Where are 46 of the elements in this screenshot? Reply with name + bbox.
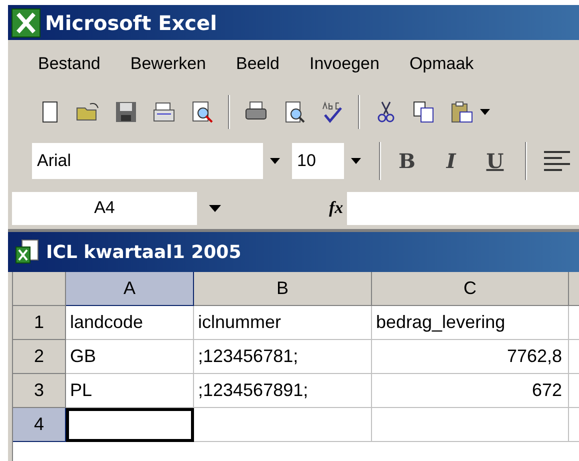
align-left-icon[interactable] <box>543 150 571 172</box>
workbook-icon <box>14 239 40 265</box>
underline-button[interactable]: U <box>481 146 509 176</box>
table-cell[interactable]: ;1234567891; <box>194 374 372 408</box>
table-cell[interactable]: GB <box>66 340 194 374</box>
font-name-dropdown[interactable]: Arial <box>32 143 286 179</box>
spreadsheet-logo-icon <box>11 8 41 38</box>
table-cell[interactable] <box>66 408 194 442</box>
menu-item[interactable]: Opmaak <box>409 51 474 77</box>
dropdown-arrow-icon[interactable] <box>209 204 221 212</box>
spelling-check-icon[interactable] <box>320 100 344 124</box>
table-cell[interactable]: 7762,8 <box>372 340 569 374</box>
copy-icon[interactable] <box>412 100 436 124</box>
save-icon[interactable] <box>114 100 138 124</box>
dropdown-arrow-icon <box>270 158 280 164</box>
paste-icon[interactable] <box>450 100 474 124</box>
column-header[interactable]: B <box>194 272 372 306</box>
row-header[interactable]: 1 <box>13 306 66 340</box>
row-header[interactable]: 3 <box>13 374 66 408</box>
menu-item[interactable]: Invoegen <box>309 51 380 77</box>
italic-button[interactable]: I <box>437 146 465 176</box>
window-title: Microsoft Excel <box>45 10 217 36</box>
column-header[interactable]: C <box>372 272 569 306</box>
dropdown-arrow-icon <box>350 158 360 164</box>
workbook-title: ICL kwartaal1 2005 <box>46 240 242 264</box>
menu-item[interactable]: Bewerken <box>130 51 206 77</box>
column-header[interactable]: A <box>66 272 194 306</box>
bold-button[interactable]: B <box>393 146 421 176</box>
magnifier-icon[interactable] <box>190 100 214 124</box>
table-cell[interactable]: bedrag_levering <box>372 306 569 340</box>
column-header[interactable] <box>569 272 579 306</box>
name-box[interactable]: A4 <box>12 192 197 224</box>
formula-input-field[interactable] <box>347 192 579 224</box>
select-all-corner[interactable] <box>13 272 66 306</box>
row-header[interactable]: 4 <box>13 408 66 442</box>
insert-function-button[interactable]: fx <box>329 195 344 221</box>
menu-item[interactable]: Beeld <box>236 51 280 77</box>
font-size-dropdown[interactable]: 10 <box>292 143 367 179</box>
table-cell[interactable]: landcode <box>66 306 194 340</box>
table-cell[interactable]: PL <box>66 374 194 408</box>
table-cell[interactable]: 672 <box>372 374 569 408</box>
table-cell[interactable]: ;123456781; <box>194 340 372 374</box>
table-cell[interactable]: iclnummer <box>194 306 372 340</box>
menu-item[interactable]: Bestand <box>38 51 100 77</box>
dropdown-arrow-icon[interactable] <box>480 109 490 115</box>
row-header[interactable]: 2 <box>13 340 66 374</box>
